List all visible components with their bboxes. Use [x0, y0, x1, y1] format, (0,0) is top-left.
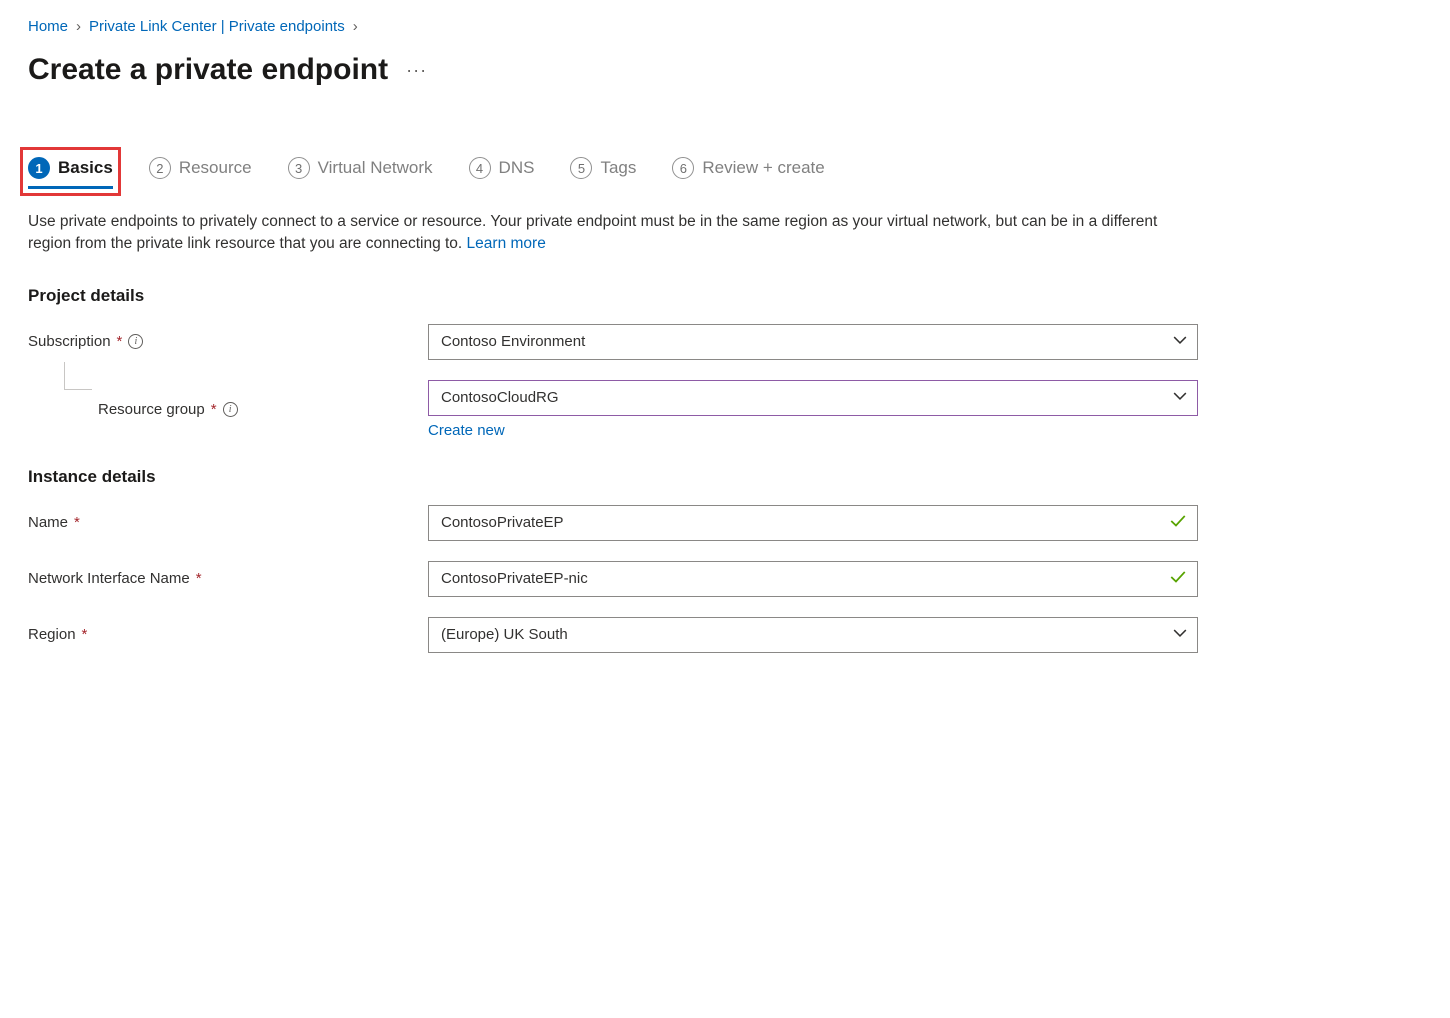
page-title: Create a private endpoint	[28, 53, 388, 87]
chevron-right-icon: ›	[76, 18, 81, 35]
tab-label: Basics	[58, 158, 113, 178]
check-icon	[1169, 512, 1187, 534]
required-indicator: *	[74, 514, 80, 531]
tab-label: Resource	[179, 158, 252, 178]
chevron-down-icon	[1173, 626, 1187, 644]
region-select[interactable]: (Europe) UK South	[428, 617, 1198, 653]
learn-more-link[interactable]: Learn more	[467, 235, 546, 252]
step-number-badge: 3	[288, 157, 310, 179]
step-number-badge: 6	[672, 157, 694, 179]
subscription-select[interactable]: Contoso Environment	[428, 324, 1198, 360]
create-new-resource-group-link[interactable]: Create new	[428, 422, 505, 439]
name-input[interactable]: ContosoPrivateEP	[428, 505, 1198, 541]
tab-virtual-network[interactable]: 3 Virtual Network	[288, 157, 433, 187]
step-number-badge: 1	[28, 157, 50, 179]
tab-dns[interactable]: 4 DNS	[469, 157, 535, 187]
tab-label: DNS	[499, 158, 535, 178]
tab-tags[interactable]: 5 Tags	[570, 157, 636, 187]
resource-group-select[interactable]: ContosoCloudRG	[428, 380, 1198, 416]
tree-connector-icon	[64, 362, 92, 390]
wizard-tabs: 1 Basics 2 Resource 3 Virtual Network 4 …	[28, 157, 1422, 187]
tab-label: Review + create	[702, 158, 824, 178]
required-indicator: *	[82, 626, 88, 643]
breadcrumb: Home › Private Link Center | Private end…	[28, 18, 1422, 35]
nic-name-input[interactable]: ContosoPrivateEP-nic	[428, 561, 1198, 597]
chevron-down-icon	[1173, 333, 1187, 351]
chevron-right-icon: ›	[353, 18, 358, 35]
label-subscription: Subscription * i	[28, 333, 428, 350]
tab-description: Use private endpoints to privately conne…	[28, 211, 1188, 256]
label-region: Region *	[28, 626, 428, 643]
required-indicator: *	[117, 333, 123, 350]
section-instance-details: Instance details	[28, 467, 1422, 487]
tab-review-create[interactable]: 6 Review + create	[672, 157, 824, 187]
label-nic-name: Network Interface Name *	[28, 570, 428, 587]
step-number-badge: 2	[149, 157, 171, 179]
tab-resource[interactable]: 2 Resource	[149, 157, 252, 187]
breadcrumb-home[interactable]: Home	[28, 18, 68, 35]
tab-label: Tags	[600, 158, 636, 178]
chevron-down-icon	[1173, 389, 1187, 407]
required-indicator: *	[211, 401, 217, 418]
label-resource-group: Resource group * i	[28, 401, 428, 418]
more-actions-icon[interactable]: ···	[406, 60, 427, 81]
breadcrumb-private-link-center[interactable]: Private Link Center | Private endpoints	[89, 18, 345, 35]
step-number-badge: 5	[570, 157, 592, 179]
info-icon[interactable]: i	[223, 402, 238, 417]
step-number-badge: 4	[469, 157, 491, 179]
info-icon[interactable]: i	[128, 334, 143, 349]
tab-basics[interactable]: 1 Basics	[28, 157, 113, 187]
tab-label: Virtual Network	[318, 158, 433, 178]
check-icon	[1169, 568, 1187, 590]
required-indicator: *	[196, 570, 202, 587]
section-project-details: Project details	[28, 286, 1422, 306]
label-name: Name *	[28, 514, 428, 531]
